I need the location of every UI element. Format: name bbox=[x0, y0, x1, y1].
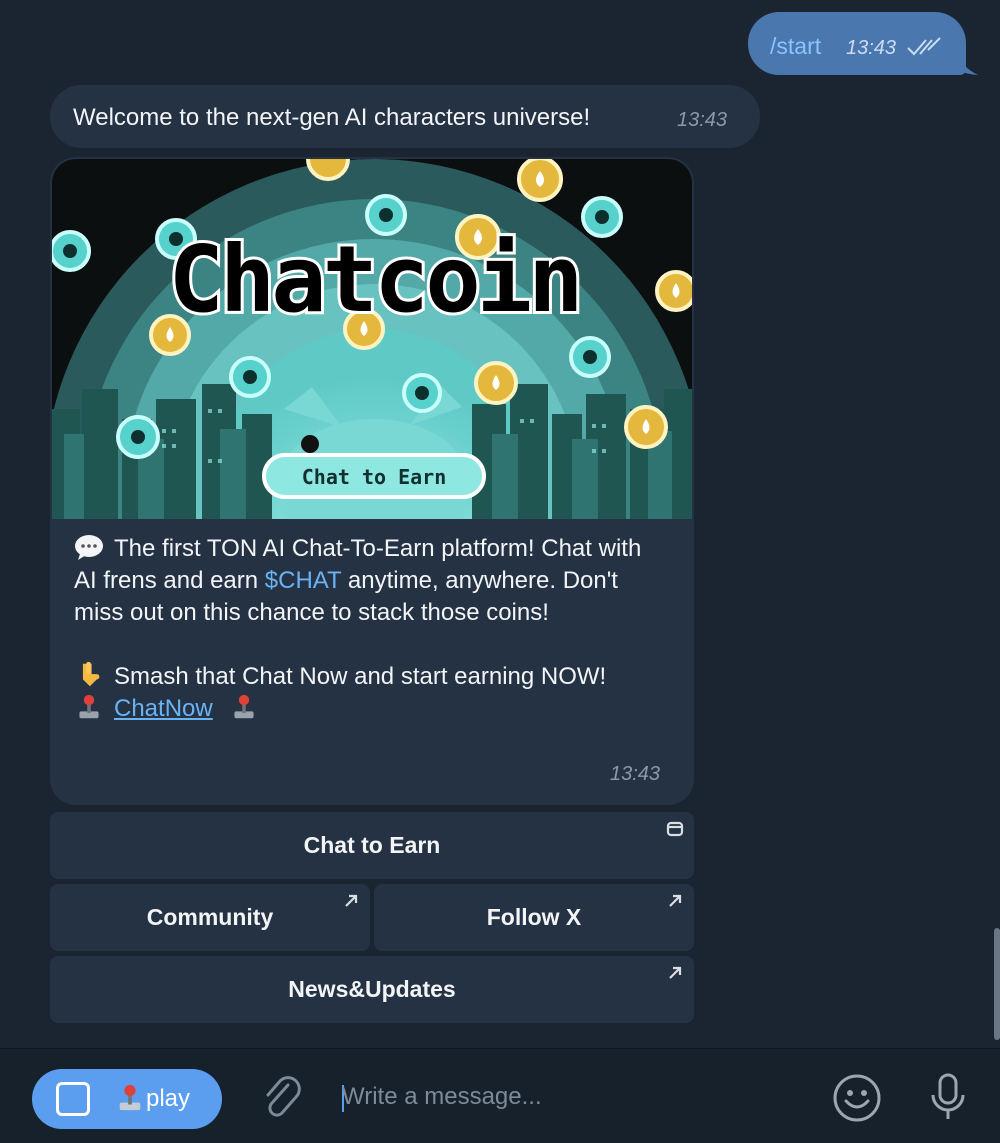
external-link-arrow-icon bbox=[669, 966, 682, 979]
community-button[interactable]: Community bbox=[50, 884, 370, 951]
joystick-icon bbox=[234, 694, 254, 719]
chat-scrollbar[interactable] bbox=[994, 928, 1000, 1040]
paperclip-icon[interactable] bbox=[258, 1073, 306, 1121]
chatcoin-banner-image[interactable]: Chatcoin Chat to Earn bbox=[52, 159, 692, 519]
news-updates-label: News&Updates bbox=[288, 976, 456, 1002]
welcome-message-text: Welcome to the next-gen AI characters un… bbox=[73, 104, 591, 131]
card-line2: Smash that Chat Now and start earning NO… bbox=[114, 663, 607, 690]
card-message-text: The first TON AI Chat-To-Earn platform! … bbox=[74, 533, 664, 725]
community-label: Community bbox=[146, 904, 274, 930]
pointing-down-icon bbox=[82, 662, 100, 687]
chatnow-link[interactable]: ChatNow bbox=[114, 695, 213, 722]
news-updates-button[interactable]: News&Updates bbox=[50, 956, 694, 1023]
follow-x-label: Follow X bbox=[486, 904, 582, 930]
message-composer: play bbox=[0, 1048, 1000, 1143]
mini-app-icon bbox=[666, 821, 684, 837]
message-input[interactable] bbox=[340, 1071, 804, 1123]
svg-text:Chat to Earn: Chat to Earn bbox=[302, 465, 447, 489]
bot-message-card: Chatcoin Chat to Earn The first TON AI C… bbox=[50, 157, 694, 805]
external-link-arrow-icon bbox=[669, 894, 682, 907]
welcome-message-time: 13:43 bbox=[677, 109, 728, 131]
double-check-icon bbox=[907, 37, 941, 56]
card-message-time: 13:43 bbox=[610, 763, 661, 785]
joystick-icon bbox=[119, 1084, 141, 1111]
chat-to-earn-button[interactable]: Chat to Earn bbox=[50, 812, 694, 879]
follow-x-button[interactable]: Follow X bbox=[374, 884, 694, 951]
microphone-icon[interactable] bbox=[928, 1071, 968, 1125]
outgoing-message-time: 13:43 bbox=[846, 37, 897, 59]
external-link-arrow-icon bbox=[345, 894, 358, 907]
chat-to-earn-label: Chat to Earn bbox=[303, 832, 441, 858]
menu-square-icon bbox=[56, 1082, 90, 1116]
speech-bubble-icon bbox=[75, 535, 103, 560]
svg-text:Chatcoin: Chatcoin bbox=[168, 226, 579, 333]
play-menu-button[interactable]: play bbox=[32, 1069, 222, 1129]
smiley-icon[interactable] bbox=[832, 1073, 882, 1123]
chat-cashtag[interactable]: $CHAT bbox=[265, 567, 341, 594]
joystick-icon bbox=[79, 694, 99, 719]
outgoing-message-text: /start bbox=[770, 33, 822, 59]
bubble-tail-icon bbox=[950, 60, 978, 75]
play-label: play bbox=[146, 1085, 191, 1112]
chat-history: /start 13:43 Welcome to the next-gen AI … bbox=[0, 0, 1000, 1048]
